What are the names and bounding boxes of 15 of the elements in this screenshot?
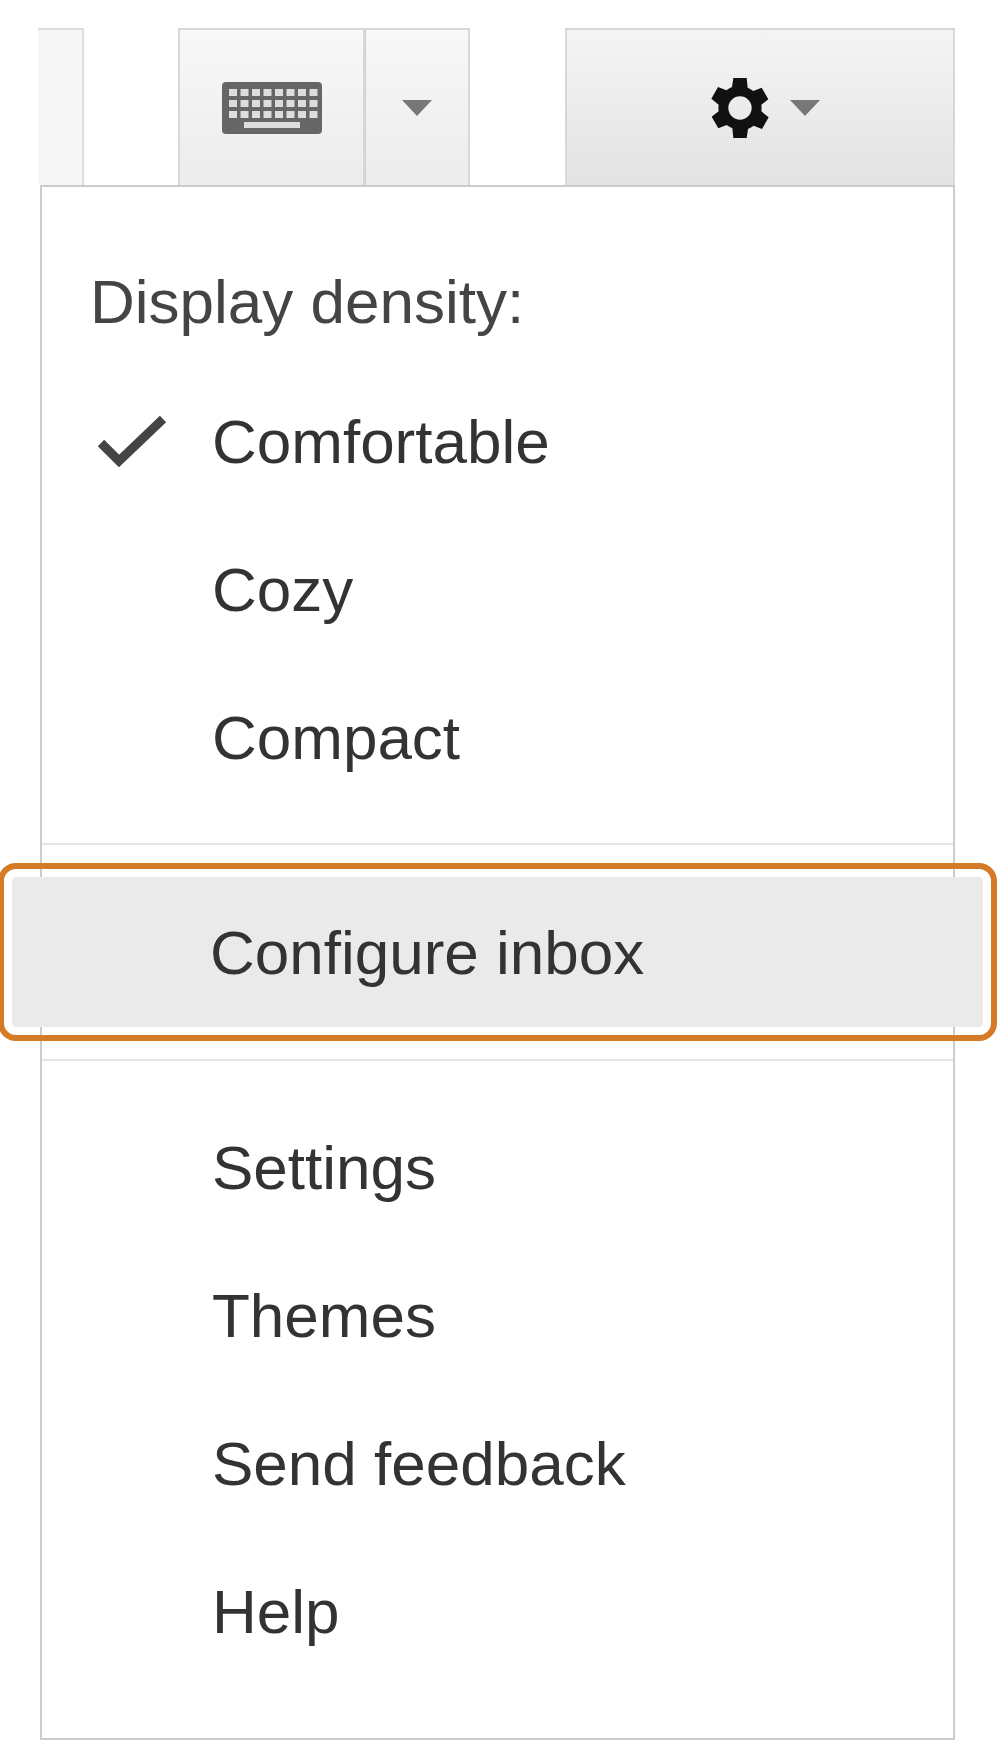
menu-item[interactable]: Themes [42, 1241, 953, 1389]
menu-item[interactable]: Help [42, 1537, 953, 1685]
menu-item[interactable]: Settings [42, 1093, 953, 1241]
menu-heading: Display density: [89, 266, 526, 338]
settings-button[interactable] [565, 28, 955, 185]
menu-item[interactable]: Compact [42, 663, 953, 811]
menu-item[interactable]: Cozy [42, 515, 953, 663]
menu-item[interactable]: Comfortable [42, 367, 953, 515]
caret-icon [790, 99, 820, 116]
menu-item[interactable]: Configure inbox [12, 877, 983, 1027]
caret-icon [402, 99, 432, 116]
keyboard-button[interactable] [178, 28, 365, 185]
menu-item[interactable]: Send feedback [42, 1389, 953, 1537]
keyboard-icon [221, 81, 322, 134]
checkmark-icon [97, 415, 167, 467]
